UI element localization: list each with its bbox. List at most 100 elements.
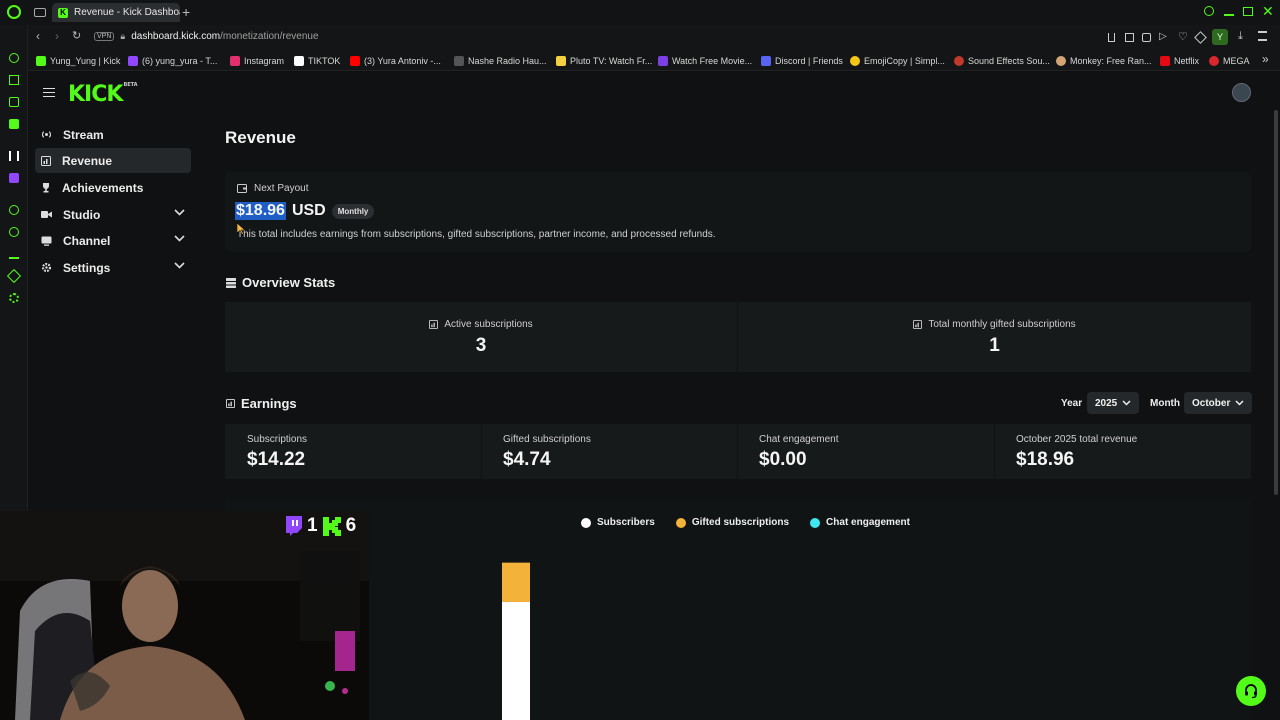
month-select[interactable]: October [1184, 392, 1253, 414]
next-payout-card: Next Payout $18.96 USD Monthly This tota… [225, 172, 1251, 252]
bookmark-item[interactable]: Watch Free Movie... [658, 50, 752, 71]
active-subscriptions-card: Active subscriptions 3 [225, 302, 737, 372]
sidebar-shop-icon[interactable] [9, 75, 19, 85]
pin-icon[interactable] [1108, 33, 1115, 42]
stats-icon [226, 277, 236, 288]
payout-amount[interactable]: $18.96 [235, 202, 286, 220]
tab-title: Revenue - Kick Dashboard [74, 7, 180, 18]
monkey-icon [1056, 55, 1066, 66]
browser-tab-bar: K Revenue - Kick Dashboard + ✕ [0, 0, 1280, 25]
lock-icon: 🔒︎ [120, 31, 126, 41]
player-icon[interactable]: ▷ [1159, 31, 1167, 42]
chevron-down-icon [174, 262, 185, 269]
vpn-badge[interactable]: VPN [94, 32, 115, 41]
pluto-tv-icon [556, 55, 566, 66]
bookmark-item[interactable]: Yung_Yung | Kick [36, 50, 120, 71]
bookmark-item[interactable]: MEGA [1209, 50, 1250, 71]
month-label: Month [1150, 398, 1180, 409]
bar-segment-gifted-subscriptions[interactable] [502, 562, 530, 602]
shield-icon[interactable] [1142, 33, 1151, 42]
sidebar-item-channel[interactable]: Channel [35, 228, 191, 253]
legend-item[interactable]: Chat engagement [810, 517, 910, 528]
next-payout-header: Next Payout [237, 183, 308, 194]
bookmark-item[interactable]: Discord | Friends [761, 50, 843, 71]
year-select[interactable]: 2025 [1087, 392, 1140, 414]
bookmarks-overflow-icon[interactable]: » [1262, 52, 1269, 66]
user-avatar[interactable] [1232, 83, 1251, 102]
url-field[interactable]: VPN 🔒︎ dashboard.kick.com /monetization/… [94, 31, 319, 42]
chevron-down-icon [1235, 400, 1244, 406]
bookmark-item[interactable]: Instagram [230, 50, 284, 71]
sidebar-item-revenue[interactable]: Revenue [35, 148, 191, 173]
legend-item[interactable]: Subscribers [581, 517, 655, 528]
bookmark-item[interactable]: Sound Effects Sou... [954, 50, 1050, 71]
bookmark-item[interactable]: Monkey: Free Ran... [1056, 50, 1152, 71]
sidebar-settings-icon[interactable] [9, 293, 19, 303]
opera-logo-icon[interactable] [7, 5, 21, 19]
sidebar-item-stream[interactable]: Stream [35, 122, 191, 147]
minimize-button[interactable] [1224, 14, 1234, 16]
maximize-button[interactable] [1243, 7, 1253, 16]
earnings-subscriptions-card: Subscriptions $14.22 [225, 424, 481, 479]
emoji-icon [850, 55, 860, 66]
profile-avatar[interactable]: Y [1212, 29, 1228, 45]
broadcast-icon [41, 131, 52, 138]
viewer-counts: 1 6 [284, 515, 356, 537]
payout-currency: USD [291, 202, 326, 219]
sidebar-twitch-icon[interactable] [9, 173, 19, 183]
download-icon[interactable]: ⤓ [1238, 30, 1243, 43]
legend-item[interactable]: Gifted subscriptions [675, 517, 789, 528]
address-bar: ‹ › ↻ VPN 🔒︎ dashboard.kick.com /monetiz… [28, 25, 1280, 50]
gamepad-icon[interactable] [34, 8, 46, 17]
stat-value: 3 [475, 335, 487, 356]
kick-icon [36, 55, 46, 66]
chevron-down-icon [174, 235, 185, 242]
bookmark-item[interactable]: Nashe Radio Hau... [454, 50, 547, 71]
support-chat-button[interactable] [1236, 676, 1266, 706]
page-title: Revenue [225, 128, 296, 147]
bookmark-item[interactable]: Netflix [1160, 50, 1199, 71]
heart-icon[interactable]: ♡ [1178, 30, 1188, 43]
sidebar-extensions-icon[interactable] [6, 268, 22, 284]
sidebar-app-icon[interactable] [9, 119, 19, 129]
sidebar-image-icon[interactable] [9, 97, 19, 107]
page-scrollbar[interactable] [1274, 110, 1278, 495]
chart-icon [226, 399, 235, 408]
new-tab-button[interactable]: + [182, 4, 190, 20]
sidebar-history-icon[interactable] [9, 227, 19, 237]
stat-label: Active subscriptions [444, 319, 533, 330]
bookmark-item[interactable]: Pluto TV: Watch Fr... [556, 50, 652, 71]
gear-icon [41, 262, 52, 273]
hamburger-menu-icon[interactable] [43, 88, 55, 97]
year-label: Year [1061, 398, 1083, 409]
forward-button[interactable]: › [55, 29, 59, 43]
kick-logo[interactable]: KICKBETA [68, 82, 138, 107]
extensions-icon[interactable] [1194, 31, 1207, 44]
stat-value: 1 [989, 335, 1000, 356]
sidebar-item-studio[interactable]: Studio [35, 202, 191, 227]
overview-stats-header: Overview Stats [226, 275, 335, 290]
back-button[interactable]: ‹ [36, 29, 40, 43]
bar-segment-subscribers[interactable] [502, 601, 530, 720]
sidebar-arrow-icon[interactable] [9, 151, 19, 161]
sidebar-download-icon[interactable] [9, 249, 19, 259]
sidebar-item-achievements[interactable]: Achievements [35, 175, 191, 200]
radio-icon [454, 55, 464, 66]
earnings-total-card: October 2025 total revenue $18.96 [995, 424, 1251, 479]
reload-button[interactable]: ↻ [72, 29, 81, 42]
bookmark-item[interactable]: (3) Yura Antoniv -... [350, 50, 441, 71]
sidebar-item-settings[interactable]: Settings [35, 255, 191, 280]
search-icon[interactable] [1204, 6, 1214, 16]
tab-revenue[interactable]: K Revenue - Kick Dashboard [52, 3, 180, 22]
bookmark-item[interactable]: EmojiCopy | Simpl... [850, 50, 945, 71]
sidebar-ai-icon[interactable] [9, 53, 19, 63]
twitch-viewer-count: 1 [307, 515, 318, 536]
close-window-button[interactable]: ✕ [1262, 3, 1274, 20]
sidebar-play-icon[interactable] [9, 205, 19, 215]
bookmark-item[interactable]: (6) yung_yura - T... [128, 50, 217, 71]
menu-icon[interactable] [1258, 31, 1267, 41]
bookmark-item[interactable]: TIKTOK [294, 50, 340, 71]
monthly-badge: Monthly [331, 203, 375, 219]
snapshot-icon[interactable] [1125, 33, 1134, 42]
earnings-gifted-card: Gifted subscriptions $4.74 [482, 424, 737, 479]
